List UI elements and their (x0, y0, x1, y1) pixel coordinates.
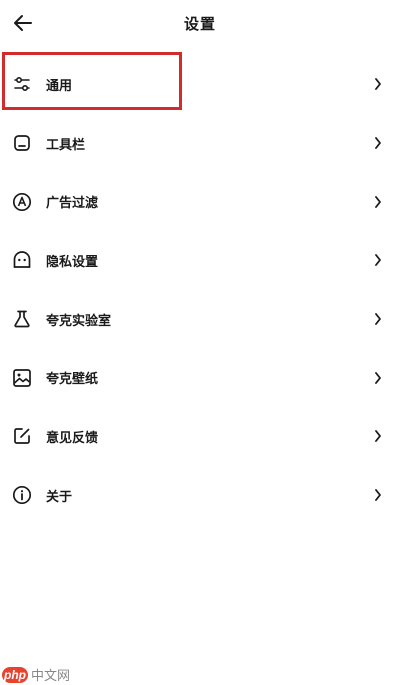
settings-item-toolbar[interactable]: 工具栏 (0, 114, 400, 173)
page-title: 设置 (183, 15, 216, 33)
chevron-right-icon (372, 253, 384, 267)
wallpaper-icon (11, 367, 33, 389)
chevron-right-icon (372, 488, 384, 502)
chevron-right-icon (372, 77, 384, 91)
settings-item-label: 夸克壁纸 (46, 372, 99, 388)
settings-item-label: 通用 (46, 78, 73, 94)
chevron-right-icon (372, 136, 384, 150)
toolbar-icon (11, 132, 33, 154)
chevron-right-icon (372, 312, 384, 326)
feedback-icon (11, 425, 33, 447)
flask-icon (11, 308, 33, 330)
settings-item-label: 隐私设置 (46, 254, 99, 270)
settings-item-label: 工具栏 (46, 137, 86, 153)
settings-item-lab[interactable]: 夸克实验室 (0, 290, 400, 349)
settings-list: 通用 工具栏 广告过滤 隐私设置 夸克实验室 夸克壁纸 意见反馈 关于 (0, 55, 400, 525)
chevron-right-icon (372, 195, 384, 209)
settings-item-ad-filter[interactable]: 广告过滤 (0, 172, 400, 231)
settings-item-general[interactable]: 通用 (0, 55, 400, 114)
settings-item-about[interactable]: 关于 (0, 466, 400, 525)
settings-item-label: 关于 (46, 489, 73, 505)
settings-item-feedback[interactable]: 意见反馈 (0, 407, 400, 466)
header: 设置 (0, 0, 400, 48)
ad-filter-icon (11, 191, 33, 213)
chevron-right-icon (372, 429, 384, 443)
settings-item-label: 意见反馈 (46, 430, 99, 446)
watermark-logo: php (2, 666, 28, 683)
settings-item-wallpaper[interactable]: 夸克壁纸 (0, 348, 400, 407)
settings-item-label: 广告过滤 (46, 196, 99, 212)
privacy-icon (11, 249, 33, 271)
sliders-icon (11, 73, 33, 95)
settings-item-label: 夸克实验室 (46, 313, 112, 329)
settings-item-privacy[interactable]: 隐私设置 (0, 231, 400, 290)
watermark: php 中文网 (2, 665, 70, 684)
chevron-right-icon (372, 371, 384, 385)
info-icon (11, 484, 33, 506)
watermark-text: 中文网 (31, 669, 71, 684)
